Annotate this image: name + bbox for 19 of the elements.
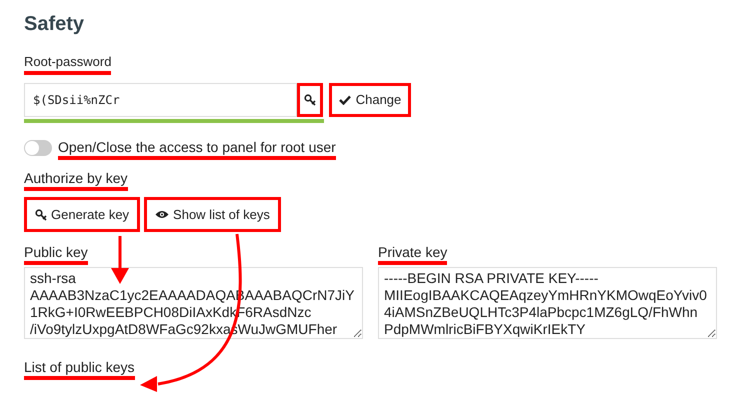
change-button[interactable]: Change [329,83,411,117]
toggle-switch[interactable] [24,140,52,156]
page-title: Safety [24,12,86,36]
field-label: Root-password [24,54,112,75]
eye-icon [155,210,170,219]
key-icon [304,94,316,106]
field-label: Private key [378,244,448,265]
key-icon [35,208,47,220]
field-label: Authorize by key [24,170,128,191]
password-field[interactable]: $(SDsii%nZCr [24,83,297,117]
generate-password-button[interactable] [297,83,323,117]
private-key-field[interactable]: -----BEGIN RSA PRIVATE KEY----- MIIEogIBAAKCAQEAqzeyYmHRnYKMOwqEoYviv0 4iAMSnZBeUQLHTc3P4laPbcpc1MZ6gLQ/FhWhn PdpMWmlricBiFBYXqwiKrIEkTY [378,267,717,339]
show-keys-button[interactable]: Show list of keys [144,197,281,232]
field-label: Open/Close the access to panel for root user [58,139,336,160]
checkmark-icon [338,95,351,105]
field-label: List of public keys [24,359,134,380]
field-label: Public key [24,244,88,265]
annotation-arrow [111,236,129,284]
generate-key-button[interactable]: Generate key [24,197,140,232]
